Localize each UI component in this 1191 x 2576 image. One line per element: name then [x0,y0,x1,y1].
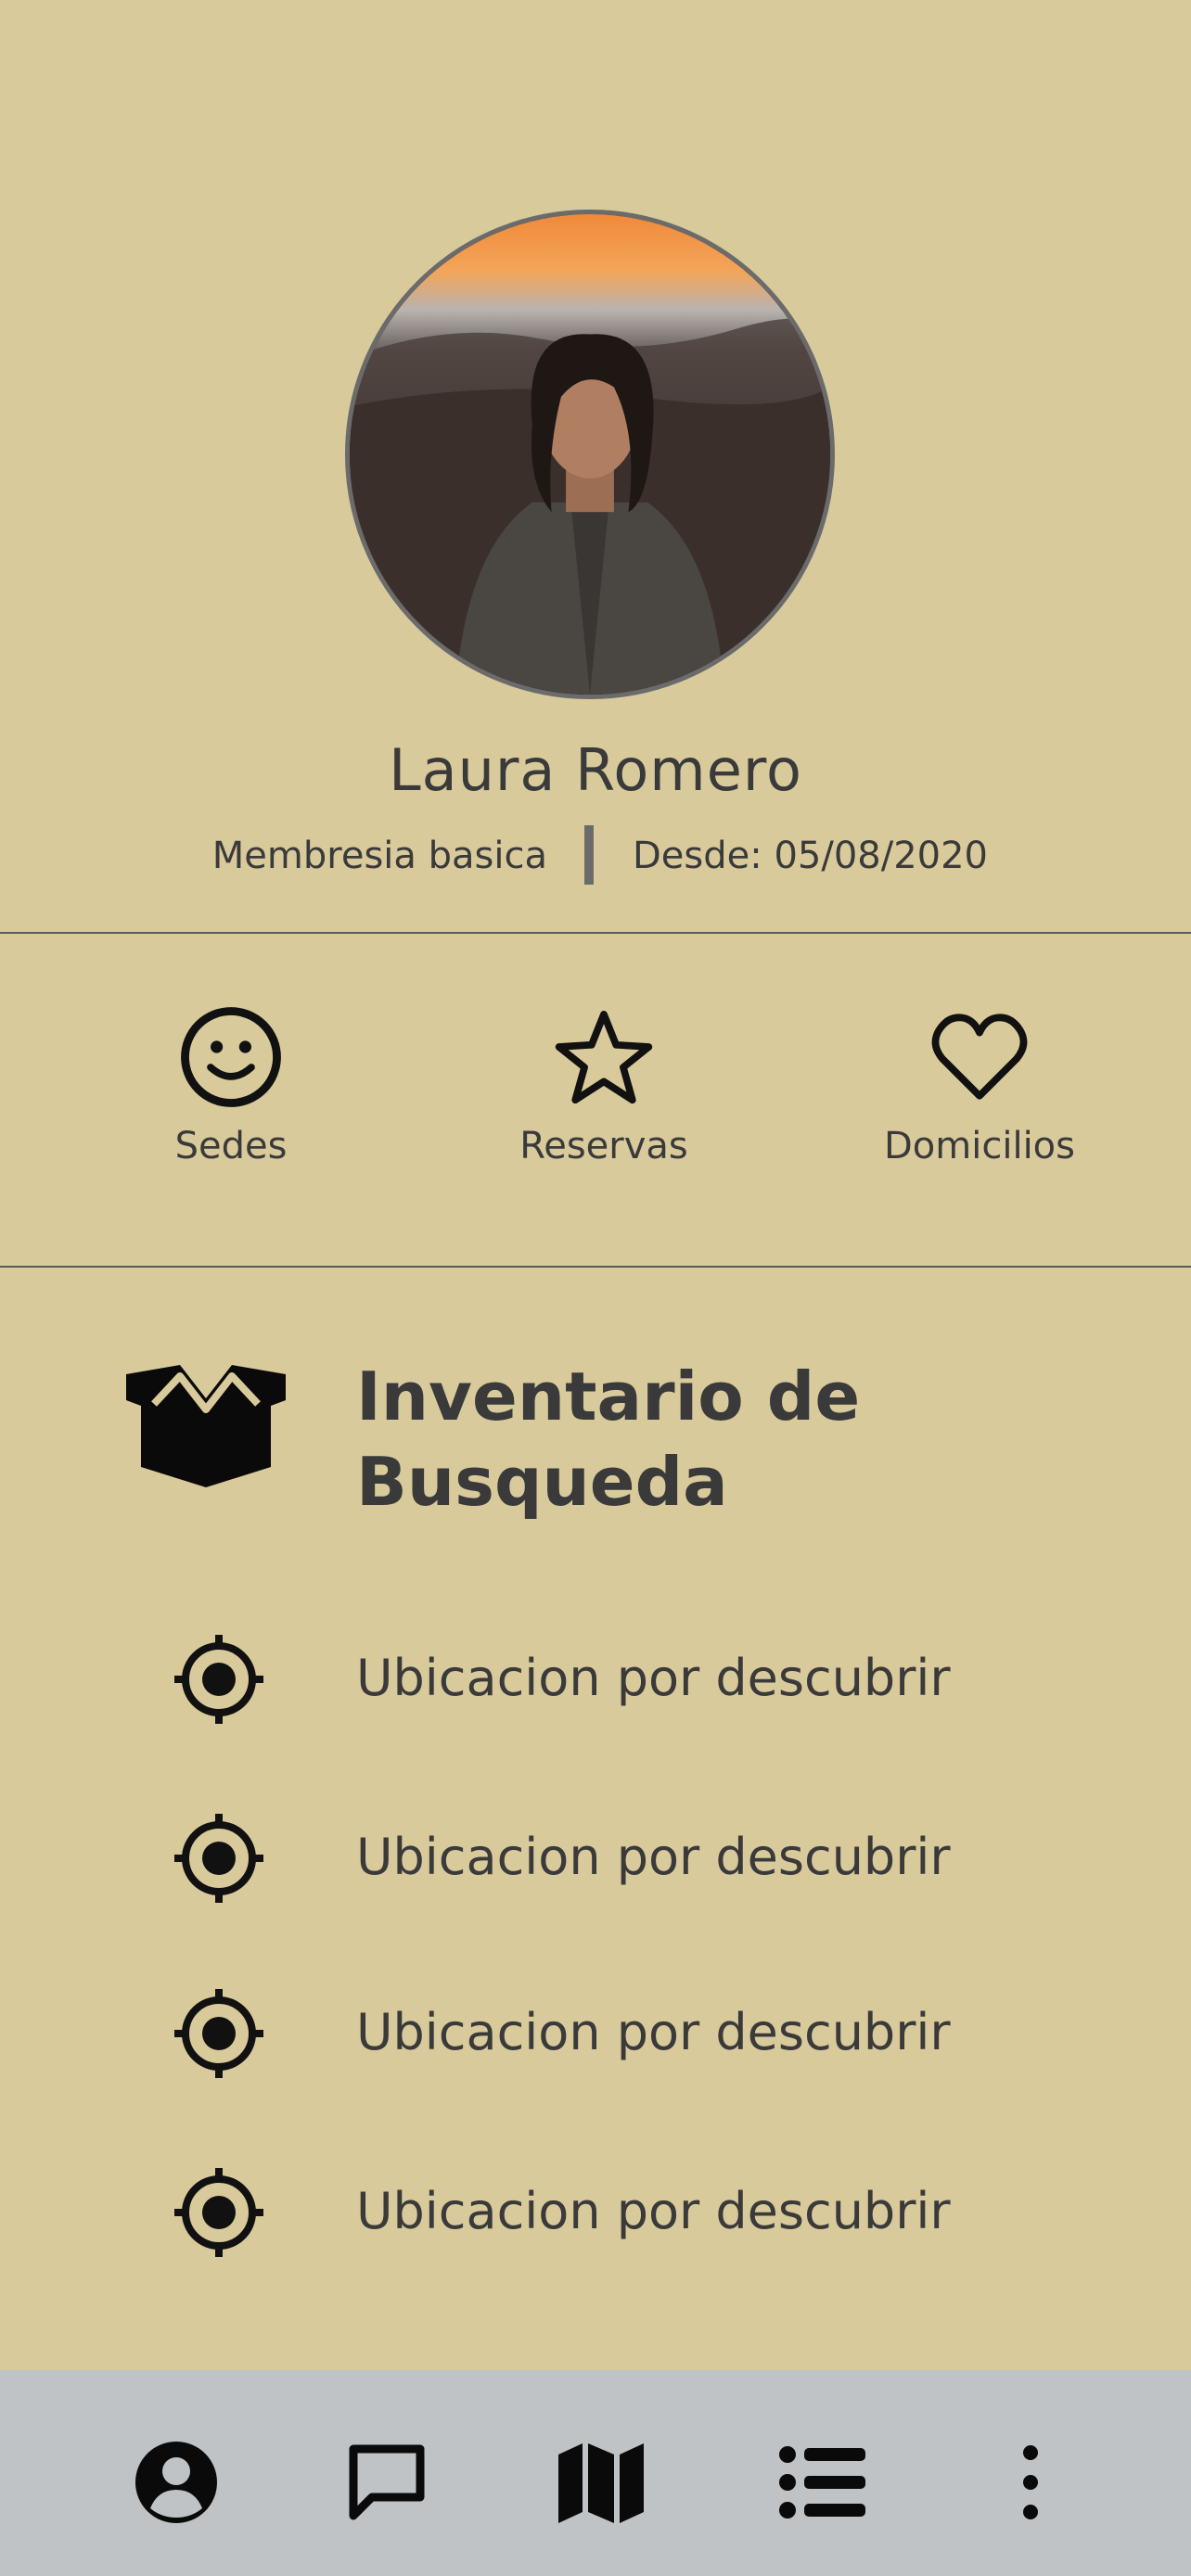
user-circle-icon [135,2442,217,2523]
avatar[interactable] [345,210,835,699]
inventory-title: Inventario de Busqueda [356,1358,861,1521]
crosshair-icon [174,1814,263,1903]
crosshair-icon [174,2168,263,2257]
nav-more[interactable] [984,2436,1077,2529]
quick-action-label: Domicilios [884,1125,1075,1167]
quick-action-sedes[interactable]: Sedes [92,1006,370,1192]
profile-photo [350,214,830,695]
location-label: Ubicacion por descubrir [356,1649,951,1707]
nav-profile[interactable] [130,2436,223,2529]
more-vertical-icon [1023,2445,1038,2519]
profile-screen: Laura Romero Membresia basica Desde: 05/… [0,0,1191,2576]
location-label: Ubicacion por descubrir [356,2182,951,2240]
member-since-date: Desde: 05/08/2020 [633,835,988,877]
crosshair-icon [174,1989,263,2078]
open-box-icon [126,1365,286,1487]
quick-action-reservas[interactable]: Reservas [465,1006,743,1192]
membership-divider [584,825,594,885]
list-item[interactable]: Ubicacion por descubrir [167,2161,1095,2263]
star-icon [555,1010,653,1104]
quick-action-domicilios[interactable]: Domicilios [840,1006,1119,1192]
membership-type: Membresia basica [211,835,547,877]
list-item[interactable]: Ubicacion por descubrir [167,1627,1095,1729]
chat-bubble-icon [349,2444,425,2520]
section-divider-top [0,932,1191,934]
quick-action-label: Reservas [519,1125,688,1167]
section-divider-bottom [0,1266,1191,1268]
quick-action-label: Sedes [174,1125,288,1167]
bottom-nav [0,2370,1191,2576]
heart-icon [931,1014,1028,1100]
map-icon [558,2443,644,2523]
profile-name: Laura Romero [389,736,802,804]
nav-map[interactable] [555,2436,647,2529]
smiley-icon [181,1007,281,1107]
location-label: Ubicacion por descubrir [356,2003,951,2061]
crosshair-icon [174,1635,263,1724]
list-item[interactable]: Ubicacion por descubrir [167,1982,1095,2084]
list-icon [779,2446,865,2519]
membership-row: Membresia basica Desde: 05/08/2020 [0,823,1191,888]
list-item[interactable]: Ubicacion por descubrir [167,1806,1095,1908]
nav-chat[interactable] [340,2436,433,2529]
nav-list[interactable] [776,2436,869,2529]
location-label: Ubicacion por descubrir [356,1828,951,1886]
